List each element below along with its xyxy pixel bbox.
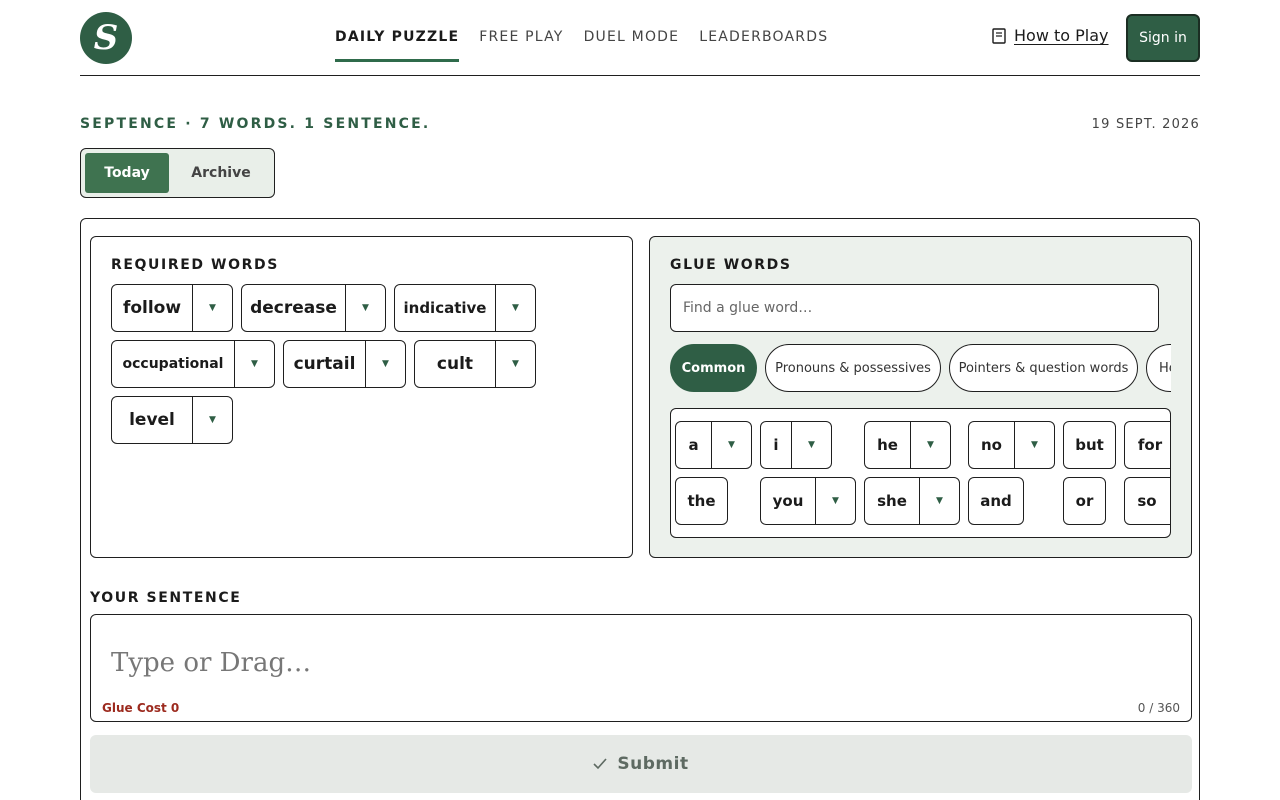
- chip-word[interactable]: he: [865, 422, 910, 468]
- chip-word[interactable]: i: [761, 422, 791, 468]
- how-to-play-label: How to Play: [1014, 26, 1109, 45]
- glue-word-chip[interactable]: she ▼: [864, 477, 960, 525]
- chip-word[interactable]: no: [969, 422, 1014, 468]
- chevron-down-icon[interactable]: ▼: [495, 341, 535, 387]
- main-nav: DAILY PUZZLE FREE PLAY DUEL MODE LEADERB…: [325, 0, 838, 76]
- chip-word[interactable]: but: [1064, 422, 1115, 468]
- chip-word[interactable]: decrease: [242, 285, 345, 331]
- glue-words-title: GLUE WORDS: [670, 257, 792, 273]
- chip-word[interactable]: the: [676, 478, 727, 524]
- submit-label: Submit: [617, 754, 689, 774]
- glue-words-panel: GLUE WORDS Common Pronouns & possessives…: [649, 236, 1192, 558]
- submit-button[interactable]: Submit: [90, 735, 1192, 793]
- required-words-panel: REQUIRED WORDS follow ▼ decrease ▼ indic…: [90, 236, 633, 558]
- glue-word-chip[interactable]: or: [1063, 477, 1106, 525]
- chevron-down-icon[interactable]: ▼: [495, 285, 535, 331]
- sentence-input[interactable]: [111, 643, 1011, 683]
- nav-daily-puzzle[interactable]: DAILY PUZZLE: [325, 0, 469, 76]
- chip-word[interactable]: follow: [112, 285, 192, 331]
- chevron-down-icon[interactable]: ▼: [1014, 422, 1054, 468]
- required-word-chip[interactable]: decrease ▼: [241, 284, 386, 332]
- chip-word[interactable]: she: [865, 478, 919, 524]
- glue-cost: Glue Cost 0: [102, 701, 180, 715]
- required-word-chip[interactable]: occupational ▼: [111, 340, 275, 388]
- chevron-down-icon[interactable]: ▼: [345, 285, 385, 331]
- category-pointers[interactable]: Pointers & question words: [949, 344, 1138, 392]
- chip-word[interactable]: so: [1125, 478, 1169, 524]
- category-common[interactable]: Common: [670, 344, 757, 392]
- chevron-down-icon[interactable]: ▼: [791, 422, 831, 468]
- tagline: SEPTENCE · 7 WORDS. 1 SENTENCE.: [80, 116, 431, 132]
- glue-word-chip[interactable]: and: [968, 477, 1024, 525]
- chevron-down-icon[interactable]: ▼: [815, 478, 855, 524]
- glue-word-chip[interactable]: for: [1124, 421, 1170, 469]
- glue-word-chip[interactable]: so: [1124, 477, 1170, 525]
- chevron-down-icon[interactable]: ▼: [365, 341, 405, 387]
- sign-in-button[interactable]: Sign in: [1126, 14, 1200, 62]
- char-count: 0 / 360: [1137, 701, 1180, 715]
- nav-duel-mode[interactable]: DUEL MODE: [574, 0, 690, 76]
- glue-word-chip[interactable]: a ▼: [675, 421, 752, 469]
- chip-word[interactable]: you: [761, 478, 815, 524]
- chevron-down-icon[interactable]: ▼: [711, 422, 751, 468]
- check-icon: [593, 758, 608, 770]
- glue-word-chip[interactable]: you ▼: [760, 477, 856, 525]
- chip-word[interactable]: indicative: [395, 285, 495, 331]
- your-sentence-title: YOUR SENTENCE: [90, 590, 242, 606]
- day-toggle: Today Archive: [80, 148, 275, 198]
- required-words-title: REQUIRED WORDS: [111, 257, 279, 273]
- glue-word-chip[interactable]: he ▼: [864, 421, 951, 469]
- septence-logo[interactable]: S: [80, 12, 132, 64]
- site-header: S DAILY PUZZLE FREE PLAY DUEL MODE LEADE…: [80, 0, 1200, 76]
- chip-word[interactable]: or: [1064, 478, 1105, 524]
- glue-word-chip[interactable]: the: [675, 477, 728, 525]
- glue-word-chip[interactable]: no ▼: [968, 421, 1055, 469]
- chip-word[interactable]: curtail: [284, 341, 365, 387]
- tab-archive[interactable]: Archive: [175, 153, 267, 193]
- glue-word-chip[interactable]: but: [1063, 421, 1116, 469]
- chip-word[interactable]: a: [676, 422, 711, 468]
- chevron-down-icon[interactable]: ▼: [919, 478, 959, 524]
- chip-word[interactable]: occupational: [112, 341, 234, 387]
- nav-free-play[interactable]: FREE PLAY: [469, 0, 573, 76]
- category-he[interactable]: He: [1146, 344, 1171, 392]
- required-word-chip[interactable]: follow ▼: [111, 284, 233, 332]
- glue-category-tabs: Common Pronouns & possessives Pointers &…: [670, 344, 1171, 392]
- required-word-chip[interactable]: indicative ▼: [394, 284, 536, 332]
- glue-search-input[interactable]: [670, 284, 1159, 332]
- puzzle-date: 19 SEPT. 2026: [1091, 117, 1200, 132]
- chevron-down-icon[interactable]: ▼: [910, 422, 950, 468]
- chip-word[interactable]: level: [112, 397, 192, 443]
- puzzle-card: REQUIRED WORDS follow ▼ decrease ▼ indic…: [80, 218, 1200, 800]
- required-word-chip[interactable]: cult ▼: [414, 340, 536, 388]
- how-to-play-link[interactable]: How to Play: [992, 26, 1109, 45]
- required-word-chip[interactable]: curtail ▼: [283, 340, 406, 388]
- glue-words-list: a ▼ i ▼ he ▼ no ▼ but for the you ▼ she …: [670, 408, 1171, 538]
- chevron-down-icon[interactable]: ▼: [192, 285, 232, 331]
- glue-word-chip[interactable]: i ▼: [760, 421, 832, 469]
- sentence-box[interactable]: Glue Cost 0 0 / 360: [90, 614, 1192, 722]
- chip-word[interactable]: for: [1125, 422, 1170, 468]
- tab-today[interactable]: Today: [85, 153, 169, 193]
- book-icon: [992, 27, 1006, 44]
- chevron-down-icon[interactable]: ▼: [234, 341, 274, 387]
- category-pronouns[interactable]: Pronouns & possessives: [765, 344, 941, 392]
- chip-word[interactable]: and: [969, 478, 1023, 524]
- required-word-chip[interactable]: level ▼: [111, 396, 233, 444]
- nav-leaderboards[interactable]: LEADERBOARDS: [689, 0, 838, 76]
- chip-word[interactable]: cult: [415, 341, 495, 387]
- chevron-down-icon[interactable]: ▼: [192, 397, 232, 443]
